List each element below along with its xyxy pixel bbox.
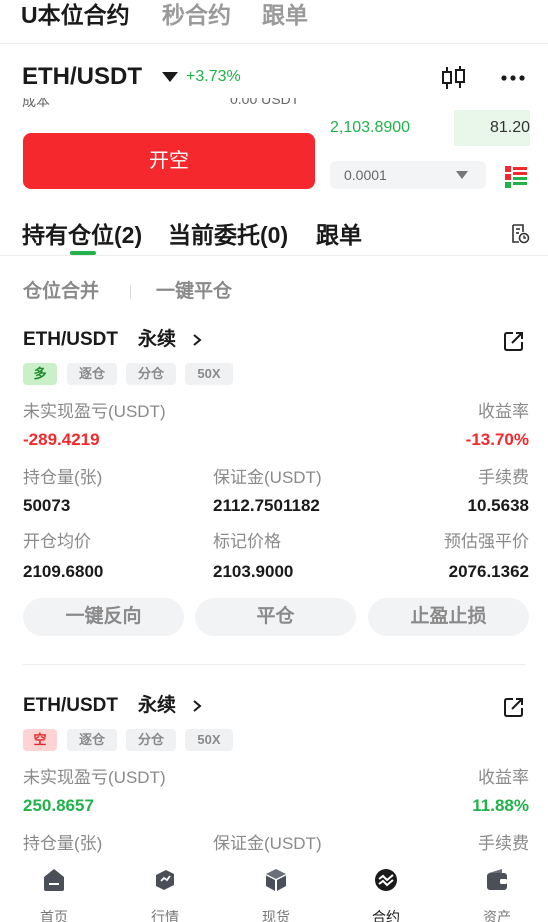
share-icon[interactable] xyxy=(503,330,525,352)
liq-price-value: 2076.1362 xyxy=(448,562,529,581)
leverage-tag: 50X xyxy=(185,729,233,751)
fee-value: 10.5638 xyxy=(467,496,529,515)
position-size-value: 50073 xyxy=(23,496,71,515)
mark-price-label: 标记价格 xyxy=(213,532,281,551)
roe-label: 收益率 xyxy=(478,768,529,787)
fee-label: 手续费 xyxy=(478,834,529,853)
nav-spot[interactable]: 现货 xyxy=(236,868,316,922)
position-card: ETH/USDT 永续 多 逐仓 分仓 50X 未实现盈亏(USDT) 收益率 … xyxy=(0,328,548,658)
divider xyxy=(130,285,131,299)
tab-positions[interactable]: 持有仓位(2) xyxy=(22,220,142,250)
entry-price-label: 开仓均价 xyxy=(23,532,91,551)
nav-label: 资产 xyxy=(483,909,511,922)
nav-label: 行情 xyxy=(151,909,179,922)
tab-copy-orders[interactable]: 跟单 xyxy=(316,220,362,250)
divider xyxy=(23,664,525,665)
bottom-nav: 首页 行情 现货 合约 资产 xyxy=(0,860,548,922)
order-history-icon[interactable] xyxy=(510,224,530,244)
position-symbol[interactable]: ETH/USDT xyxy=(23,694,118,718)
unrealized-pnl-label: 未实现盈亏(USDT) xyxy=(23,768,166,787)
tp-sl-button[interactable]: 止盈止损 xyxy=(368,598,529,636)
reverse-position-button[interactable]: 一键反向 xyxy=(23,598,184,636)
merge-positions-button[interactable]: 仓位合并 xyxy=(23,280,99,304)
nav-futures[interactable]: 合约 xyxy=(346,868,426,922)
liq-price-label: 预估强平价 xyxy=(444,532,529,551)
position-type[interactable]: 永续 xyxy=(138,328,176,352)
cost-value-cut: 0.00 USDT xyxy=(230,98,300,107)
nav-label: 合约 xyxy=(372,909,400,922)
position-mode-tag: 分仓 xyxy=(126,363,176,385)
position-card: ETH/USDT 永续 空 逐仓 分仓 50X 未实现盈亏(USDT) 收益率 … xyxy=(0,694,548,860)
futures-icon xyxy=(375,869,397,891)
orderbook-qty: 81.20 xyxy=(489,119,530,136)
top-tab-bar: U本位合约 秒合约 跟单 xyxy=(0,0,548,44)
cost-label-cut: 成本 xyxy=(22,98,50,109)
margin-label: 保证金(USDT) xyxy=(213,834,322,853)
position-mode-tag: 分仓 xyxy=(126,729,176,751)
mark-price-value: 2103.9000 xyxy=(213,562,294,581)
side-tag-long: 多 xyxy=(23,363,57,385)
unrealized-pnl-value: -289.4219 xyxy=(23,430,100,449)
position-size-label: 持仓量(张) xyxy=(23,834,103,853)
nav-assets[interactable]: 资产 xyxy=(457,868,537,922)
chevron-right-icon[interactable] xyxy=(192,334,202,346)
orderbook-layout-icon[interactable] xyxy=(505,166,527,188)
divider xyxy=(0,255,548,256)
roe-label: 收益率 xyxy=(478,402,529,421)
leverage-tag: 50X xyxy=(185,363,233,385)
orderbook-price: 2,103.8900 xyxy=(330,119,411,136)
margin-mode-tag: 逐仓 xyxy=(67,729,117,751)
nav-label: 现货 xyxy=(262,909,290,922)
share-icon[interactable] xyxy=(503,696,525,718)
close-all-button[interactable]: 一键平仓 xyxy=(156,280,232,304)
caret-down-icon xyxy=(456,171,468,179)
roe-value: 11.88% xyxy=(472,796,529,815)
nav-label: 首页 xyxy=(40,909,68,922)
caret-down-icon xyxy=(162,72,178,82)
tab-open-orders[interactable]: 当前委托(0) xyxy=(168,220,288,250)
position-type[interactable]: 永续 xyxy=(138,694,176,718)
fee-label: 手续费 xyxy=(478,468,529,487)
tab-copy-trading[interactable]: 跟单 xyxy=(262,0,308,30)
margin-value: 2112.7501182 xyxy=(213,496,320,515)
unrealized-pnl-label: 未实现盈亏(USDT) xyxy=(23,402,166,421)
market-icon xyxy=(156,870,174,890)
position-size-label: 持仓量(张) xyxy=(23,468,103,487)
roe-value: -13.70% xyxy=(465,430,529,449)
more-icon[interactable] xyxy=(500,66,526,90)
position-symbol[interactable]: ETH/USDT xyxy=(23,328,118,352)
tab-second-contract[interactable]: 秒合约 xyxy=(162,0,231,30)
entry-price-value: 2109.6800 xyxy=(23,562,104,581)
orderbook-row[interactable]: 2,103.8900 81.20 xyxy=(330,110,530,146)
pair-change: +3.73% xyxy=(186,68,241,85)
chevron-right-icon[interactable] xyxy=(192,700,202,712)
pair-name: ETH/USDT xyxy=(22,63,142,90)
unrealized-pnl-value: 250.8657 xyxy=(23,796,94,815)
tab-u-margined-futures[interactable]: U本位合约 xyxy=(21,0,130,30)
depth-precision-select[interactable]: 0.0001 xyxy=(330,161,486,189)
margin-label: 保证金(USDT) xyxy=(213,468,322,487)
home-icon xyxy=(44,869,64,891)
nav-home[interactable]: 首页 xyxy=(14,868,94,922)
side-tag-short: 空 xyxy=(23,729,57,751)
wallet-icon xyxy=(487,869,507,890)
candlestick-chart-icon[interactable] xyxy=(440,64,468,92)
spot-cube-icon xyxy=(266,869,286,891)
depth-precision-value: 0.0001 xyxy=(344,167,387,183)
nav-market[interactable]: 行情 xyxy=(125,868,205,922)
close-position-button[interactable]: 平仓 xyxy=(195,598,356,636)
margin-mode-tag: 逐仓 xyxy=(67,363,117,385)
open-short-button[interactable]: 开空 xyxy=(23,133,315,189)
